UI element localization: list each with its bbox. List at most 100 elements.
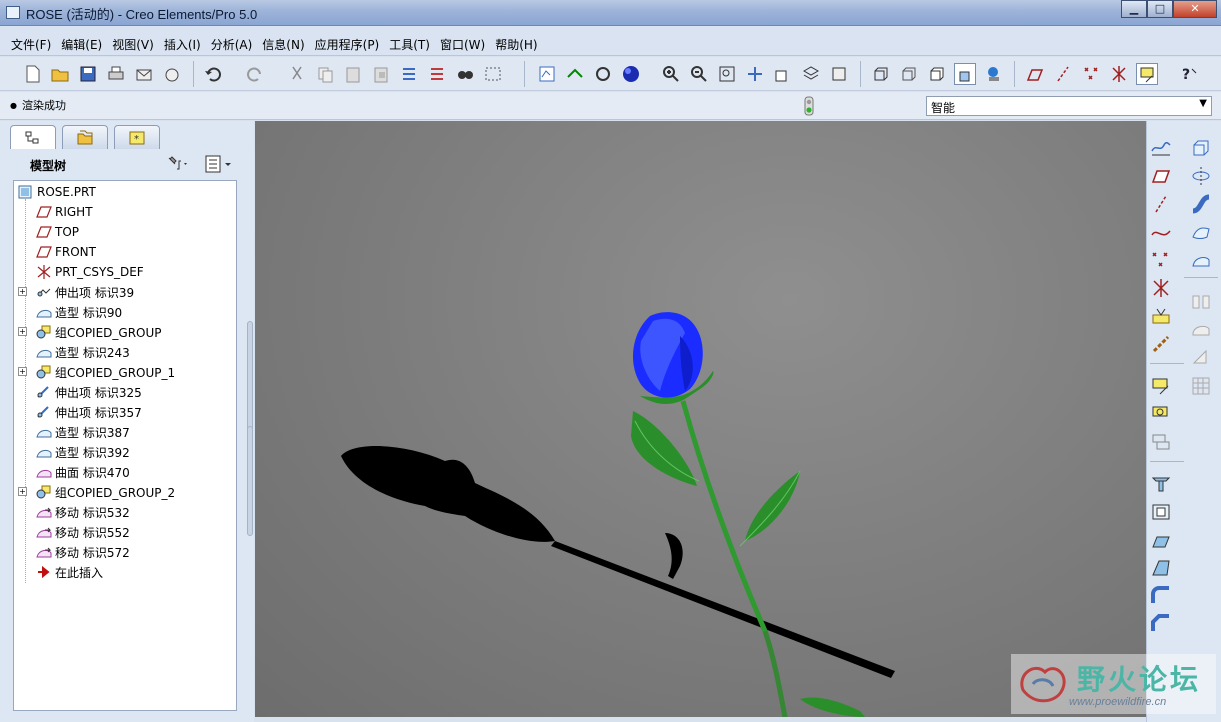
regenerate-manager-icon[interactable] — [426, 63, 448, 85]
zoom-in-icon[interactable] — [660, 63, 682, 85]
tree-item-feature[interactable]: 造型 标识387 — [36, 423, 130, 441]
spin-center-icon[interactable] — [564, 63, 586, 85]
tree-item-insert-here[interactable]: 在此插入 — [36, 563, 103, 581]
find-icon[interactable] — [454, 63, 476, 85]
menu-tools[interactable]: 工具(T) — [389, 36, 430, 53]
open-folder-icon[interactable] — [49, 63, 71, 85]
csys-tool-icon[interactable] — [1150, 277, 1172, 299]
menu-insert[interactable]: 插入(I) — [164, 36, 201, 53]
rib-icon[interactable] — [1150, 529, 1172, 551]
draft-icon[interactable] — [1150, 557, 1172, 579]
tree-tools-icon[interactable] — [166, 155, 190, 176]
expand-icon[interactable]: + — [18, 367, 27, 376]
menu-window[interactable]: 窗口(W) — [440, 36, 485, 53]
datum-curve-tool-icon[interactable] — [1150, 221, 1172, 243]
boundary-blend-icon[interactable] — [1190, 249, 1212, 271]
redo-icon[interactable] — [244, 63, 266, 85]
regenerate-icon[interactable] — [398, 63, 420, 85]
expand-icon[interactable]: + — [18, 287, 27, 296]
tree-item-feature[interactable]: + 组COPIED_GROUP_1 — [18, 363, 175, 381]
new-file-icon[interactable] — [22, 63, 44, 85]
tree-item-feature[interactable]: 移动 标识572 — [36, 543, 130, 561]
tree-item-feature[interactable]: 移动 标识552 — [36, 523, 130, 541]
datum-plane-tool-icon[interactable] — [1150, 165, 1172, 187]
undo-icon[interactable] — [202, 63, 224, 85]
tree-item-feature[interactable]: 伸出项 标识357 — [36, 403, 142, 421]
shell-icon[interactable] — [1150, 501, 1172, 523]
tree-item-right[interactable]: RIGHT — [36, 203, 93, 221]
tree-item-feature[interactable]: 造型 标识243 — [36, 343, 130, 361]
annotation-feature-icon[interactable] — [1150, 375, 1172, 397]
select-box-icon[interactable] — [482, 63, 504, 85]
saved-views-icon[interactable] — [772, 63, 794, 85]
orient-mode-icon[interactable] — [592, 63, 614, 85]
tab-folder-browser[interactable] — [62, 125, 108, 149]
sweep-icon[interactable] — [1190, 193, 1212, 215]
panel-resize-handle[interactable] — [247, 321, 253, 431]
close-button[interactable]: ✕ — [1173, 0, 1217, 18]
paste-icon[interactable] — [342, 63, 364, 85]
cut-icon[interactable] — [286, 63, 308, 85]
tree-item-feature[interactable]: 造型 标识90 — [36, 303, 122, 321]
datum-point-tool-icon[interactable] — [1150, 249, 1172, 271]
blend-icon[interactable] — [1190, 221, 1212, 243]
axis-display-icon[interactable] — [1052, 63, 1074, 85]
help-icon[interactable]: ? — [1178, 63, 1200, 85]
no-hidden-icon[interactable] — [926, 63, 948, 85]
save-icon[interactable] — [77, 63, 99, 85]
datum-axis-tool-icon[interactable] — [1150, 193, 1172, 215]
tree-item-feature[interactable]: 曲面 标识470 — [36, 463, 130, 481]
lock-annotation-icon[interactable] — [1150, 403, 1172, 425]
wireframe-icon[interactable] — [870, 63, 892, 85]
shading-icon[interactable] — [954, 63, 976, 85]
refit-icon[interactable] — [716, 63, 738, 85]
revolve-icon[interactable] — [1190, 165, 1212, 187]
view-manager-icon[interactable] — [828, 63, 850, 85]
appearance-icon[interactable] — [620, 63, 642, 85]
repaint-icon[interactable] — [536, 63, 558, 85]
sketch-icon[interactable] — [1150, 137, 1172, 159]
selection-filter[interactable]: 智能 ▼ — [926, 96, 1212, 116]
maximize-button[interactable]: □ — [1147, 0, 1173, 18]
enhanced-realism-icon[interactable] — [982, 63, 1004, 85]
menu-applications[interactable]: 应用程序(P) — [315, 36, 380, 53]
graphics-window[interactable] — [255, 121, 1146, 717]
reorient-icon[interactable] — [744, 63, 766, 85]
menu-info[interactable]: 信息(N) — [262, 36, 304, 53]
extrude-icon[interactable] — [1190, 137, 1212, 159]
expand-icon[interactable]: + — [18, 487, 27, 496]
zoom-out-icon[interactable] — [688, 63, 710, 85]
print-icon[interactable] — [105, 63, 127, 85]
chevron-down-icon[interactable]: ▼ — [1199, 98, 1207, 109]
menu-file[interactable]: 文件(F) — [11, 36, 51, 53]
email-link-icon[interactable] — [161, 63, 183, 85]
tree-item-front[interactable]: FRONT — [36, 243, 96, 261]
hidden-line-icon[interactable] — [898, 63, 920, 85]
panel-resize-handle[interactable] — [247, 426, 253, 536]
annotation-display-icon[interactable] — [1136, 63, 1158, 85]
round-icon[interactable] — [1150, 585, 1172, 607]
menu-analysis[interactable]: 分析(A) — [211, 36, 253, 53]
chamfer-icon[interactable] — [1150, 613, 1172, 635]
tree-settings-icon[interactable] — [204, 155, 234, 176]
tree-item-feature[interactable]: 造型 标识392 — [36, 443, 130, 461]
point-display-icon[interactable] — [1080, 63, 1102, 85]
expand-icon[interactable]: + — [18, 327, 27, 336]
minimize-button[interactable]: ▁ — [1121, 0, 1147, 18]
copy-icon[interactable] — [314, 63, 336, 85]
analysis-feature-icon[interactable] — [1150, 305, 1172, 327]
annotation-group-icon[interactable] — [1150, 431, 1172, 453]
tree-item-root[interactable]: ROSE.PRT — [18, 183, 96, 201]
menu-edit[interactable]: 编辑(E) — [61, 36, 102, 53]
tree-item-feature[interactable]: + 组COPIED_GROUP_2 — [18, 483, 175, 501]
tree-item-feature[interactable]: + 组COPIED_GROUP — [18, 323, 162, 341]
tree-item-csys[interactable]: PRT_CSYS_DEF — [36, 263, 144, 281]
hole-icon[interactable] — [1150, 473, 1172, 495]
tab-model-tree[interactable] — [10, 125, 56, 149]
layers-icon[interactable] — [800, 63, 822, 85]
menu-view[interactable]: 视图(V) — [112, 36, 154, 53]
csys-display-icon[interactable] — [1108, 63, 1130, 85]
menu-help[interactable]: 帮助(H) — [495, 36, 537, 53]
tree-item-feature[interactable]: 伸出项 标识325 — [36, 383, 142, 401]
paste-special-icon[interactable] — [370, 63, 392, 85]
